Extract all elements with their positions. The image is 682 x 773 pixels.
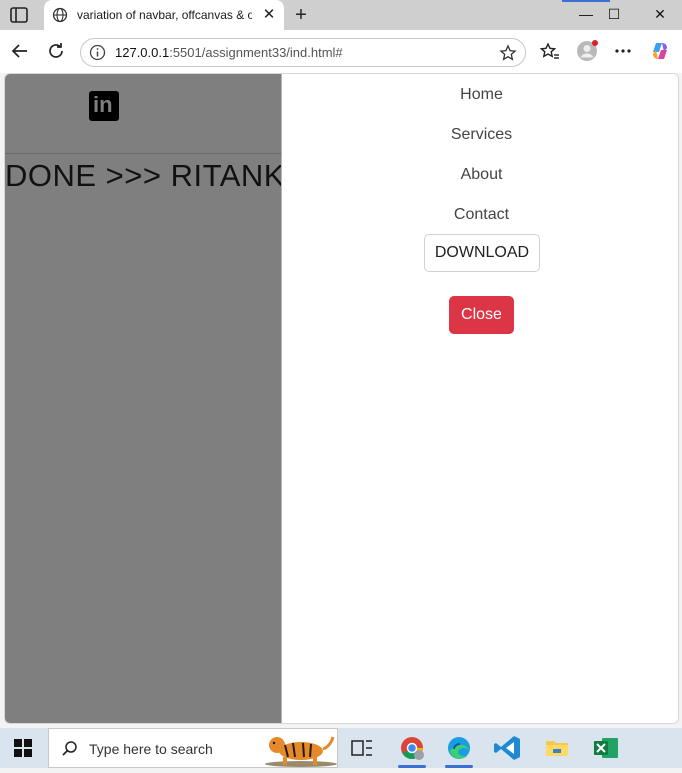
search-placeholder: Type here to search — [89, 741, 213, 757]
browser-titlebar: variation of navbar, offcanvas & o ✕ + —… — [0, 0, 682, 30]
profile-avatar-icon[interactable] — [576, 40, 598, 62]
minimize-highlight — [562, 0, 610, 2]
tab-title: variation of navbar, offcanvas & o — [77, 8, 252, 22]
excel-icon[interactable] — [584, 728, 628, 768]
offcanvas-menu: Home Services About Contact DOWNLOAD Clo… — [281, 74, 678, 723]
close-tab-icon[interactable]: ✕ — [260, 6, 278, 24]
globe-icon — [52, 7, 68, 23]
tiger-illustration-icon — [261, 731, 337, 767]
tab-actions-icon[interactable] — [8, 6, 30, 24]
vscode-icon[interactable] — [486, 728, 530, 768]
copilot-icon[interactable] — [649, 40, 671, 62]
back-arrow-icon[interactable] — [9, 40, 31, 62]
more-menu-icon[interactable] — [612, 40, 634, 62]
nav-link-home[interactable]: Home — [282, 86, 678, 104]
nav-link-contact[interactable]: Contact — [282, 206, 678, 224]
file-explorer-icon[interactable] — [535, 728, 579, 768]
site-info-icon[interactable] — [89, 44, 106, 61]
url-text: 127.0.0.1:5501/assignment33/ind.html# — [115, 45, 343, 60]
hero-heading: DONE >>> RITANK — [5, 158, 285, 193]
close-button[interactable]: Close — [449, 296, 514, 334]
edge-icon[interactable] — [437, 728, 481, 768]
maximize-icon[interactable]: ☐ — [594, 3, 634, 25]
nav-link-services[interactable]: Services — [282, 126, 678, 144]
url-path: :5501/assignment33/ind.html# — [169, 45, 343, 60]
windows-taskbar: Type here to search — [0, 728, 682, 768]
window-close-icon[interactable]: ✕ — [640, 3, 680, 25]
browser-toolbar: 127.0.0.1:5501/assignment33/ind.html# — [0, 30, 682, 73]
task-view-icon[interactable] — [340, 728, 384, 768]
search-icon — [61, 740, 79, 758]
windows-start-icon[interactable] — [14, 739, 32, 757]
new-tab-icon[interactable]: + — [290, 5, 312, 25]
address-bar[interactable]: 127.0.0.1:5501/assignment33/ind.html# — [80, 38, 526, 67]
favorite-star-icon[interactable] — [499, 44, 517, 62]
url-host: 127.0.0.1 — [115, 45, 170, 60]
refresh-icon[interactable] — [45, 40, 67, 62]
nav-link-about[interactable]: About — [282, 166, 678, 184]
site-navbar: in — [5, 74, 281, 154]
offcanvas-backdrop[interactable]: in DONE >>> RITANK — [5, 74, 284, 723]
chrome-icon[interactable] — [390, 728, 434, 768]
taskbar-search-box[interactable]: Type here to search — [48, 728, 338, 768]
browser-tab-active[interactable]: variation of navbar, offcanvas & o ✕ — [44, 0, 284, 30]
linkedin-icon[interactable]: in — [89, 91, 119, 121]
page-viewport: in DONE >>> RITANK Home Services About C… — [4, 73, 679, 724]
download-button[interactable]: DOWNLOAD — [424, 234, 540, 272]
favorites-icon[interactable] — [539, 40, 561, 62]
